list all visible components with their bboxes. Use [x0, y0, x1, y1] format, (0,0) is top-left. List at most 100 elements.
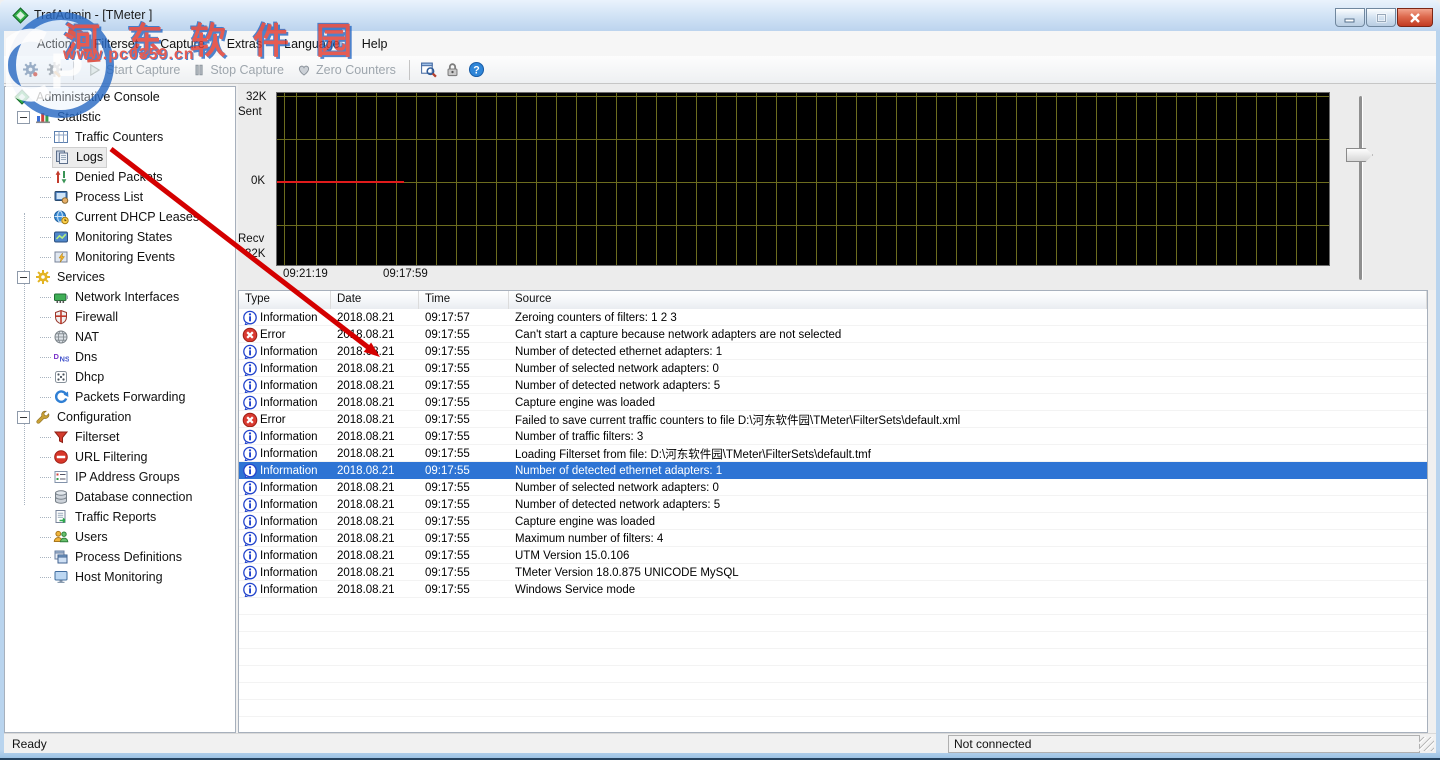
log-source: Capture engine was loaded: [509, 516, 1427, 528]
log-row[interactable]: Error 2018.08.21 09:17:55 Failed to save…: [239, 411, 1427, 428]
tree-item-url-filtering[interactable]: URL Filtering: [5, 447, 235, 467]
tree-item-traffic-counters[interactable]: Traffic Counters: [5, 127, 235, 147]
y-axis-zero-label: 0K: [251, 175, 265, 187]
tree-item-logs[interactable]: Logs: [5, 147, 235, 167]
log-row[interactable]: Information 2018.08.21 09:17:55 Maximum …: [239, 530, 1427, 547]
information-icon: [242, 582, 257, 597]
menu-capture[interactable]: Capture: [149, 34, 215, 54]
log-time: 09:17:55: [419, 533, 509, 545]
information-icon: [242, 344, 257, 359]
recv-axis-label: Recv: [238, 233, 264, 245]
tree-item-host-monitoring[interactable]: Host Monitoring: [5, 567, 235, 587]
column-header-date[interactable]: Date: [331, 291, 419, 309]
toolbar-separator: [73, 60, 74, 80]
tree-item-packets-forwarding[interactable]: Packets Forwarding: [5, 387, 235, 407]
tree-item-denied-packets[interactable]: Denied Packets: [5, 167, 235, 187]
log-row[interactable]: Information 2018.08.21 09:17:55 TMeter V…: [239, 564, 1427, 581]
log-row[interactable]: Information 2018.08.21 09:17:55 Number o…: [239, 479, 1427, 496]
close-button[interactable]: [1397, 8, 1433, 27]
tree-item-dns[interactable]: DNSDns: [5, 347, 235, 367]
tree-expander[interactable]: [17, 411, 30, 424]
tree-item-label: Users: [75, 530, 108, 544]
tree-item-users[interactable]: Users: [5, 527, 235, 547]
column-header-time[interactable]: Time: [419, 291, 509, 309]
log-date: 2018.08.21: [331, 346, 419, 358]
information-icon: [242, 395, 257, 410]
zero-counters-button[interactable]: Zero Counters: [296, 62, 396, 78]
title-bar: TrafAdmin - [TMeter ]: [0, 0, 1440, 32]
stop-capture-button[interactable]: Stop Capture: [192, 62, 284, 78]
tree-item-dhcp[interactable]: Dhcp: [5, 367, 235, 387]
tree-expander[interactable]: [17, 271, 30, 284]
status-text: Ready: [12, 737, 47, 751]
tree-item-label: Database connection: [75, 490, 192, 504]
log-row[interactable]: Information 2018.08.21 09:17:55 Number o…: [239, 462, 1427, 479]
tree-item-services[interactable]: Services: [5, 267, 235, 287]
tree-expander[interactable]: [17, 111, 30, 124]
log-row[interactable]: Information 2018.08.21 09:17:55 Capture …: [239, 394, 1427, 411]
tree-item-current-dhcp-leases[interactable]: Current DHCP Leases: [5, 207, 235, 227]
tree-item-administative-console[interactable]: Administative Console: [5, 87, 235, 107]
log-date: 2018.08.21: [331, 550, 419, 562]
tree-item-monitoring-states[interactable]: Monitoring States: [5, 227, 235, 247]
tree-guide-line: [24, 213, 25, 505]
tree-item-firewall[interactable]: Firewall: [5, 307, 235, 327]
log-row[interactable]: Information 2018.08.21 09:17:55 Number o…: [239, 377, 1427, 394]
play-icon: [87, 62, 102, 78]
log-row[interactable]: Information 2018.08.21 09:17:55 UTM Vers…: [239, 547, 1427, 564]
tools-gear-icon[interactable]: [45, 61, 63, 79]
tree-item-nat[interactable]: NAT: [5, 327, 235, 347]
menu-action[interactable]: Action: [26, 34, 83, 54]
tree-item-database-connection[interactable]: Database connection: [5, 487, 235, 507]
log-row[interactable]: Information 2018.08.21 09:17:55 Loading …: [239, 445, 1427, 462]
settings-gear-icon[interactable]: [21, 61, 39, 79]
menu-language[interactable]: Language: [273, 34, 351, 54]
tree-item-monitoring-events[interactable]: Monitoring Events: [5, 247, 235, 267]
tree-item-network-interfaces[interactable]: Network Interfaces: [5, 287, 235, 307]
services-icon: [35, 269, 52, 286]
tree-item-statistic[interactable]: Statistic: [5, 107, 235, 127]
information-icon: [242, 548, 257, 563]
log-source: Number of detected ethernet adapters: 1: [509, 465, 1427, 477]
tree-item-label: Firewall: [75, 310, 118, 324]
log-source: Maximum number of filters: 4: [509, 533, 1427, 545]
log-source: Zeroing counters of filters: 1 2 3: [509, 312, 1427, 324]
menu-extras[interactable]: Extras: [216, 34, 273, 54]
log-type: Information: [260, 567, 318, 579]
minimize-button[interactable]: [1335, 8, 1365, 27]
scale-slider-track[interactable]: [1359, 96, 1363, 280]
tree-item-filterset[interactable]: Filterset: [5, 427, 235, 447]
log-source: Can't start a capture because network ad…: [509, 329, 1427, 341]
log-row[interactable]: Information 2018.08.21 09:17:55 Number o…: [239, 343, 1427, 360]
scale-slider-thumb[interactable]: [1346, 148, 1373, 162]
menu-filterset[interactable]: Filterset: [83, 34, 149, 54]
log-row[interactable]: Error 2018.08.21 09:17:55 Can't start a …: [239, 326, 1427, 343]
svg-text:?: ?: [474, 64, 480, 76]
information-icon: [242, 378, 257, 393]
traffic-line: [277, 181, 404, 183]
log-row[interactable]: Information 2018.08.21 09:17:57 Zeroing …: [239, 309, 1427, 326]
lock-icon[interactable]: [444, 61, 462, 79]
log-row[interactable]: Information 2018.08.21 09:17:55 Windows …: [239, 581, 1427, 598]
tree-item-label: Traffic Reports: [75, 510, 156, 524]
tree-item-configuration[interactable]: Configuration: [5, 407, 235, 427]
column-header-source[interactable]: Source: [509, 291, 1427, 309]
log-row[interactable]: Information 2018.08.21 09:17:55 Number o…: [239, 360, 1427, 377]
tree-item-process-definitions[interactable]: Process Definitions: [5, 547, 235, 567]
column-header-type[interactable]: Type: [239, 291, 331, 309]
tree-item-label: Administative Console: [36, 90, 160, 104]
log-row[interactable]: Information 2018.08.21 09:17:55 Capture …: [239, 513, 1427, 530]
tree-item-traffic-reports[interactable]: Traffic Reports: [5, 507, 235, 527]
start-capture-button[interactable]: Start Capture: [87, 62, 180, 78]
tree-item-process-list[interactable]: Process List: [5, 187, 235, 207]
find-icon[interactable]: [420, 61, 438, 79]
menu-help[interactable]: Help: [351, 34, 399, 54]
tree-item-ip-address-groups[interactable]: IP Address Groups: [5, 467, 235, 487]
log-row[interactable]: Information 2018.08.21 09:17:55 Number o…: [239, 496, 1427, 513]
log-time: 09:17:55: [419, 431, 509, 443]
maximize-button[interactable]: [1366, 8, 1396, 27]
help-icon[interactable]: ?: [468, 61, 486, 79]
resize-grip[interactable]: [1419, 737, 1434, 751]
log-row[interactable]: Information 2018.08.21 09:17:55 Number o…: [239, 428, 1427, 445]
log-time: 09:17:55: [419, 499, 509, 511]
